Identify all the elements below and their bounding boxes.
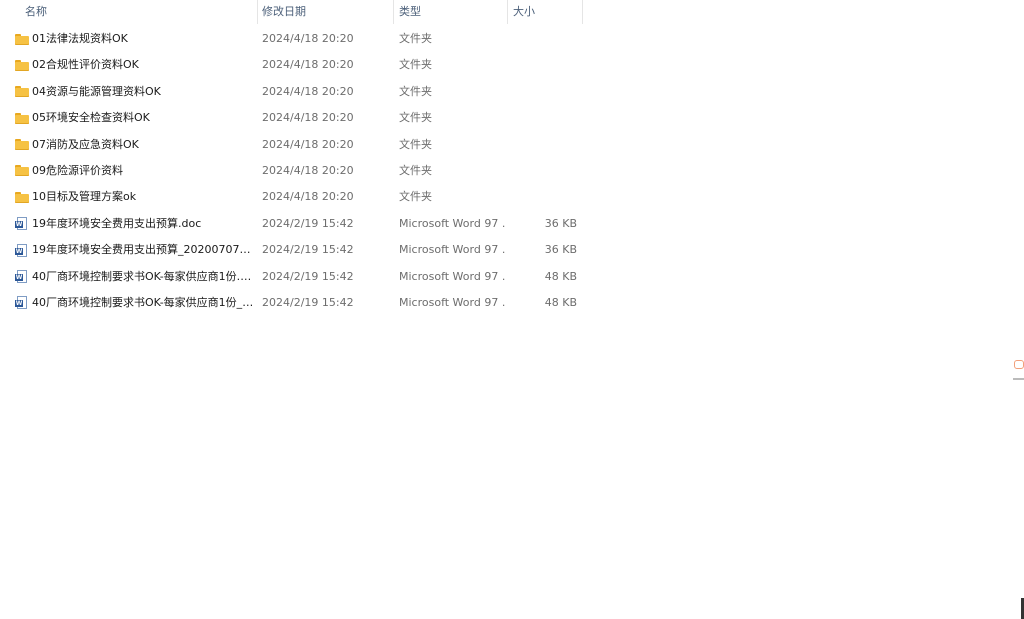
file-type: 文件夹 [399,84,432,98]
file-size [508,52,577,78]
file-type: 文件夹 [399,190,432,204]
folder-icon [15,52,29,78]
file-date: 2024/4/18 20:20 [262,163,354,177]
column-header-size-label: 大小 [513,5,535,18]
file-row[interactable]: 01法律法规资料OK 2024/4/18 20:20 文件夹 [0,26,584,52]
file-size [508,26,577,52]
file-row[interactable]: W 19年度环境安全费用支出预算.doc 2024/2/19 15:42 Mic… [0,211,584,237]
file-size [508,132,577,158]
file-name: 19年度环境安全费用支出预算_202007071603... [32,243,254,257]
column-header-name[interactable]: ^ 名称 [0,0,258,24]
file-type: 文件夹 [399,32,432,45]
file-name: 02合规性评价资料OK [32,58,139,72]
file-name: 10目标及管理方案ok [32,190,137,204]
file-date: 2024/4/18 20:20 [262,137,354,151]
folder-icon [15,184,29,210]
file-type: Microsoft Word 97 ... [399,269,505,283]
word-doc-icon: W [15,237,29,263]
file-date: 2024/4/18 20:20 [262,190,354,204]
file-name: 07消防及应急资料OK [32,137,139,151]
file-name: 40厂商环境控制要求书OK-每家供应商1份_202... [32,295,254,309]
file-row[interactable]: 04资源与能源管理资料OK 2024/4/18 20:20 文件夹 [0,79,584,105]
file-date: 2024/4/18 20:20 [262,111,354,125]
word-doc-icon: W [15,290,29,316]
file-explorer: ^ 名称 修改日期 类型 大小 01法律法规资料OK 2024/4/18 20:… [0,0,1024,619]
file-date: 2024/4/18 20:20 [262,58,354,72]
file-name: 01法律法规资料OK [32,32,128,45]
column-header-size[interactable]: 大小 [508,0,583,24]
file-row[interactable]: W 40厂商环境控制要求书OK-每家供应商1份_202... 2024/2/19… [0,290,584,316]
file-row[interactable]: 05环境安全检查资料OK 2024/4/18 20:20 文件夹 [0,105,584,131]
file-name: 04资源与能源管理资料OK [32,84,161,98]
folder-icon [15,132,29,158]
file-size: 36 KB [544,216,577,230]
folder-icon [15,79,29,105]
file-date: 2024/2/19 15:42 [262,269,354,283]
column-header-date[interactable]: 修改日期 [258,0,394,24]
sort-ascending-icon: ^ [134,0,142,7]
file-type: Microsoft Word 97 ... [399,216,505,230]
column-header-date-label: 修改日期 [262,5,306,18]
folder-icon [15,158,29,184]
file-row[interactable]: 07消防及应急资料OK 2024/4/18 20:20 文件夹 [0,132,584,158]
edge-thumbnail-icon [1012,352,1024,384]
file-type: 文件夹 [399,111,432,125]
file-type: Microsoft Word 97 ... [399,295,505,309]
file-date: 2024/2/19 15:42 [262,216,354,230]
file-row[interactable]: W 19年度环境安全费用支出预算_202007071603... 2024/2/… [0,237,584,263]
column-header-row: ^ 名称 修改日期 类型 大小 [0,0,584,24]
folder-icon [15,26,29,52]
file-row[interactable]: W 40厂商环境控制要求书OK-每家供应商1份.doc 2024/2/19 15… [0,264,584,290]
file-size [508,184,577,210]
file-date: 2024/4/18 20:20 [262,84,354,98]
file-row[interactable]: 09危险源评价资料 2024/4/18 20:20 文件夹 [0,158,584,184]
file-type: Microsoft Word 97 ... [399,243,505,257]
file-date: 2024/4/18 20:20 [262,32,354,45]
file-size: 36 KB [544,243,577,257]
file-row[interactable]: 10目标及管理方案ok 2024/4/18 20:20 文件夹 [0,184,584,210]
file-size [508,79,577,105]
file-name: 05环境安全检查资料OK [32,111,150,125]
file-name: 09危险源评价资料 [32,163,123,177]
folder-icon [15,105,29,131]
column-header-type[interactable]: 类型 [394,0,508,24]
column-header-name-label: 名称 [25,5,47,18]
file-size: 48 KB [544,295,577,309]
file-type: 文件夹 [399,163,432,177]
column-header-type-label: 类型 [399,5,421,18]
file-type: 文件夹 [399,137,432,151]
file-size: 48 KB [544,269,577,283]
word-doc-icon: W [15,211,29,237]
file-type: 文件夹 [399,58,432,72]
file-size [508,105,577,131]
file-name: 40厂商环境控制要求书OK-每家供应商1份.doc [32,269,254,283]
file-date: 2024/2/19 15:42 [262,295,354,309]
file-list: 01法律法规资料OK 2024/4/18 20:20 文件夹 02合规性评价资料… [0,26,584,316]
file-date: 2024/2/19 15:42 [262,243,354,257]
file-name: 19年度环境安全费用支出预算.doc [32,216,202,230]
file-size [508,158,577,184]
word-doc-icon: W [15,264,29,290]
file-row[interactable]: 02合规性评价资料OK 2024/4/18 20:20 文件夹 [0,52,584,78]
